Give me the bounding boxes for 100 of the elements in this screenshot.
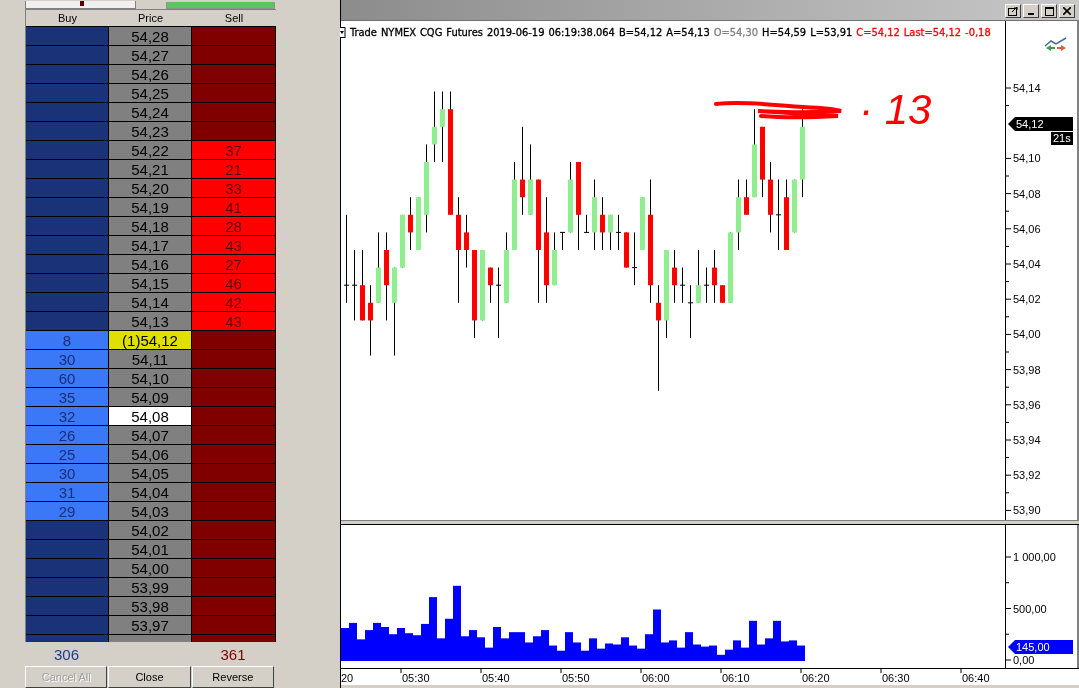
close-icon xyxy=(1063,7,1071,15)
minimize-button[interactable] xyxy=(1023,4,1039,18)
sell-cell[interactable] xyxy=(192,559,276,578)
buy-cell[interactable] xyxy=(26,217,109,236)
buy-cell[interactable] xyxy=(26,65,109,84)
price-cell: 54,20 xyxy=(109,179,192,198)
candle xyxy=(592,179,597,251)
time-axis-label: 06:40 xyxy=(962,672,990,684)
input-field[interactable] xyxy=(25,1,136,9)
price-cell: 54,18 xyxy=(109,217,192,236)
sell-cell[interactable] xyxy=(192,445,276,464)
sell-cell[interactable] xyxy=(192,27,276,46)
sell-cell[interactable] xyxy=(192,521,276,540)
buy-cell[interactable]: 60 xyxy=(26,369,109,388)
buy-cell[interactable] xyxy=(26,540,109,559)
sell-cell[interactable] xyxy=(192,103,276,122)
buy-cell[interactable]: 31 xyxy=(26,483,109,502)
sell-cell[interactable]: 27 xyxy=(192,255,276,274)
buy-cell[interactable]: 30 xyxy=(26,464,109,483)
buy-cell[interactable] xyxy=(26,141,109,160)
buy-cell[interactable] xyxy=(26,293,109,312)
buy-cell[interactable] xyxy=(26,84,109,103)
dropdown-icon[interactable] xyxy=(340,26,346,38)
price-cell: 54,02 xyxy=(109,521,192,540)
buy-cell[interactable] xyxy=(26,616,109,635)
sell-cell[interactable] xyxy=(192,540,276,559)
buy-cell[interactable] xyxy=(26,597,109,616)
sell-cell[interactable] xyxy=(192,369,276,388)
buy-cell[interactable]: 26 xyxy=(26,426,109,445)
buy-cell[interactable] xyxy=(26,103,109,122)
maximize-button[interactable] xyxy=(1041,4,1057,18)
price-cell: 54,21 xyxy=(109,160,192,179)
buy-cell[interactable] xyxy=(26,46,109,65)
info-text: CQG xyxy=(419,25,443,39)
candle xyxy=(416,196,421,251)
sell-cell[interactable] xyxy=(192,483,276,502)
buy-cell[interactable] xyxy=(26,274,109,293)
candle xyxy=(608,214,613,251)
price-cell: 54,11 xyxy=(109,350,192,369)
price-cell: 54,04 xyxy=(109,483,192,502)
buy-cell[interactable] xyxy=(26,27,109,46)
candle xyxy=(495,267,502,339)
price-axis-label: 54,04 xyxy=(1013,258,1041,270)
buy-cell[interactable]: 8 xyxy=(26,331,109,350)
price-cell: 54,10 xyxy=(109,369,192,388)
sell-total: 361 xyxy=(220,645,246,663)
buy-cell[interactable] xyxy=(26,521,109,540)
sell-cell[interactable]: 42 xyxy=(192,293,276,312)
buy-cell[interactable] xyxy=(26,179,109,198)
detach-button[interactable] xyxy=(1005,4,1021,18)
sell-cell[interactable] xyxy=(192,502,276,521)
sell-cell[interactable] xyxy=(192,122,276,141)
action-button[interactable]: Close xyxy=(108,666,191,688)
close-button[interactable] xyxy=(1059,4,1075,18)
buy-cell[interactable]: 30 xyxy=(26,350,109,369)
action-button[interactable]: Reverse xyxy=(191,666,274,688)
candle xyxy=(696,249,701,304)
sell-cell[interactable] xyxy=(192,65,276,84)
sell-cell[interactable]: 43 xyxy=(192,236,276,255)
sell-cell[interactable] xyxy=(192,350,276,369)
info-text: C=54,12 xyxy=(856,25,900,39)
annotation-text: · 13 xyxy=(859,89,932,131)
sell-cell[interactable]: 41 xyxy=(192,198,276,217)
sell-cell[interactable] xyxy=(192,464,276,483)
sell-cell[interactable] xyxy=(192,46,276,65)
candle xyxy=(440,91,445,163)
sell-cell[interactable]: 37 xyxy=(192,141,276,160)
buy-cell[interactable] xyxy=(26,236,109,255)
sell-cell[interactable] xyxy=(192,331,276,350)
sell-cell[interactable] xyxy=(192,578,276,597)
price-cell: 54,14 xyxy=(109,293,192,312)
sell-cell[interactable] xyxy=(192,407,276,426)
buy-cell[interactable]: 35 xyxy=(26,388,109,407)
sell-cell[interactable] xyxy=(192,426,276,445)
price-axis-label: 54,00 xyxy=(1013,328,1041,341)
price-axis-label: 54,06 xyxy=(1013,222,1041,235)
sell-cell[interactable]: 33 xyxy=(192,179,276,198)
sell-cell[interactable]: 43 xyxy=(192,312,276,331)
sell-cell[interactable]: 21 xyxy=(192,160,276,179)
buy-cell[interactable] xyxy=(26,122,109,141)
buy-cell[interactable] xyxy=(26,255,109,274)
buy-cell[interactable]: 29 xyxy=(26,502,109,521)
sell-cell[interactable] xyxy=(192,84,276,103)
sell-cell[interactable] xyxy=(192,597,276,616)
price-cell: 53,99 xyxy=(109,578,192,597)
buy-total: 306 xyxy=(54,645,79,663)
buy-cell[interactable] xyxy=(26,559,109,578)
buy-cell[interactable] xyxy=(26,198,109,217)
buy-cell[interactable] xyxy=(26,312,109,331)
volume-axis-label: 500,00 xyxy=(1013,602,1047,615)
candle xyxy=(583,214,590,233)
buy-cell[interactable]: 32 xyxy=(26,407,109,426)
buy-cell[interactable] xyxy=(26,160,109,179)
chart-arrows-icon[interactable] xyxy=(1044,37,1068,53)
sell-cell[interactable] xyxy=(192,616,276,635)
buy-cell[interactable] xyxy=(26,578,109,597)
buy-cell[interactable]: 25 xyxy=(26,445,109,464)
sell-cell[interactable]: 28 xyxy=(192,217,276,236)
sell-cell[interactable] xyxy=(192,388,276,407)
sell-cell[interactable]: 46 xyxy=(192,274,276,293)
